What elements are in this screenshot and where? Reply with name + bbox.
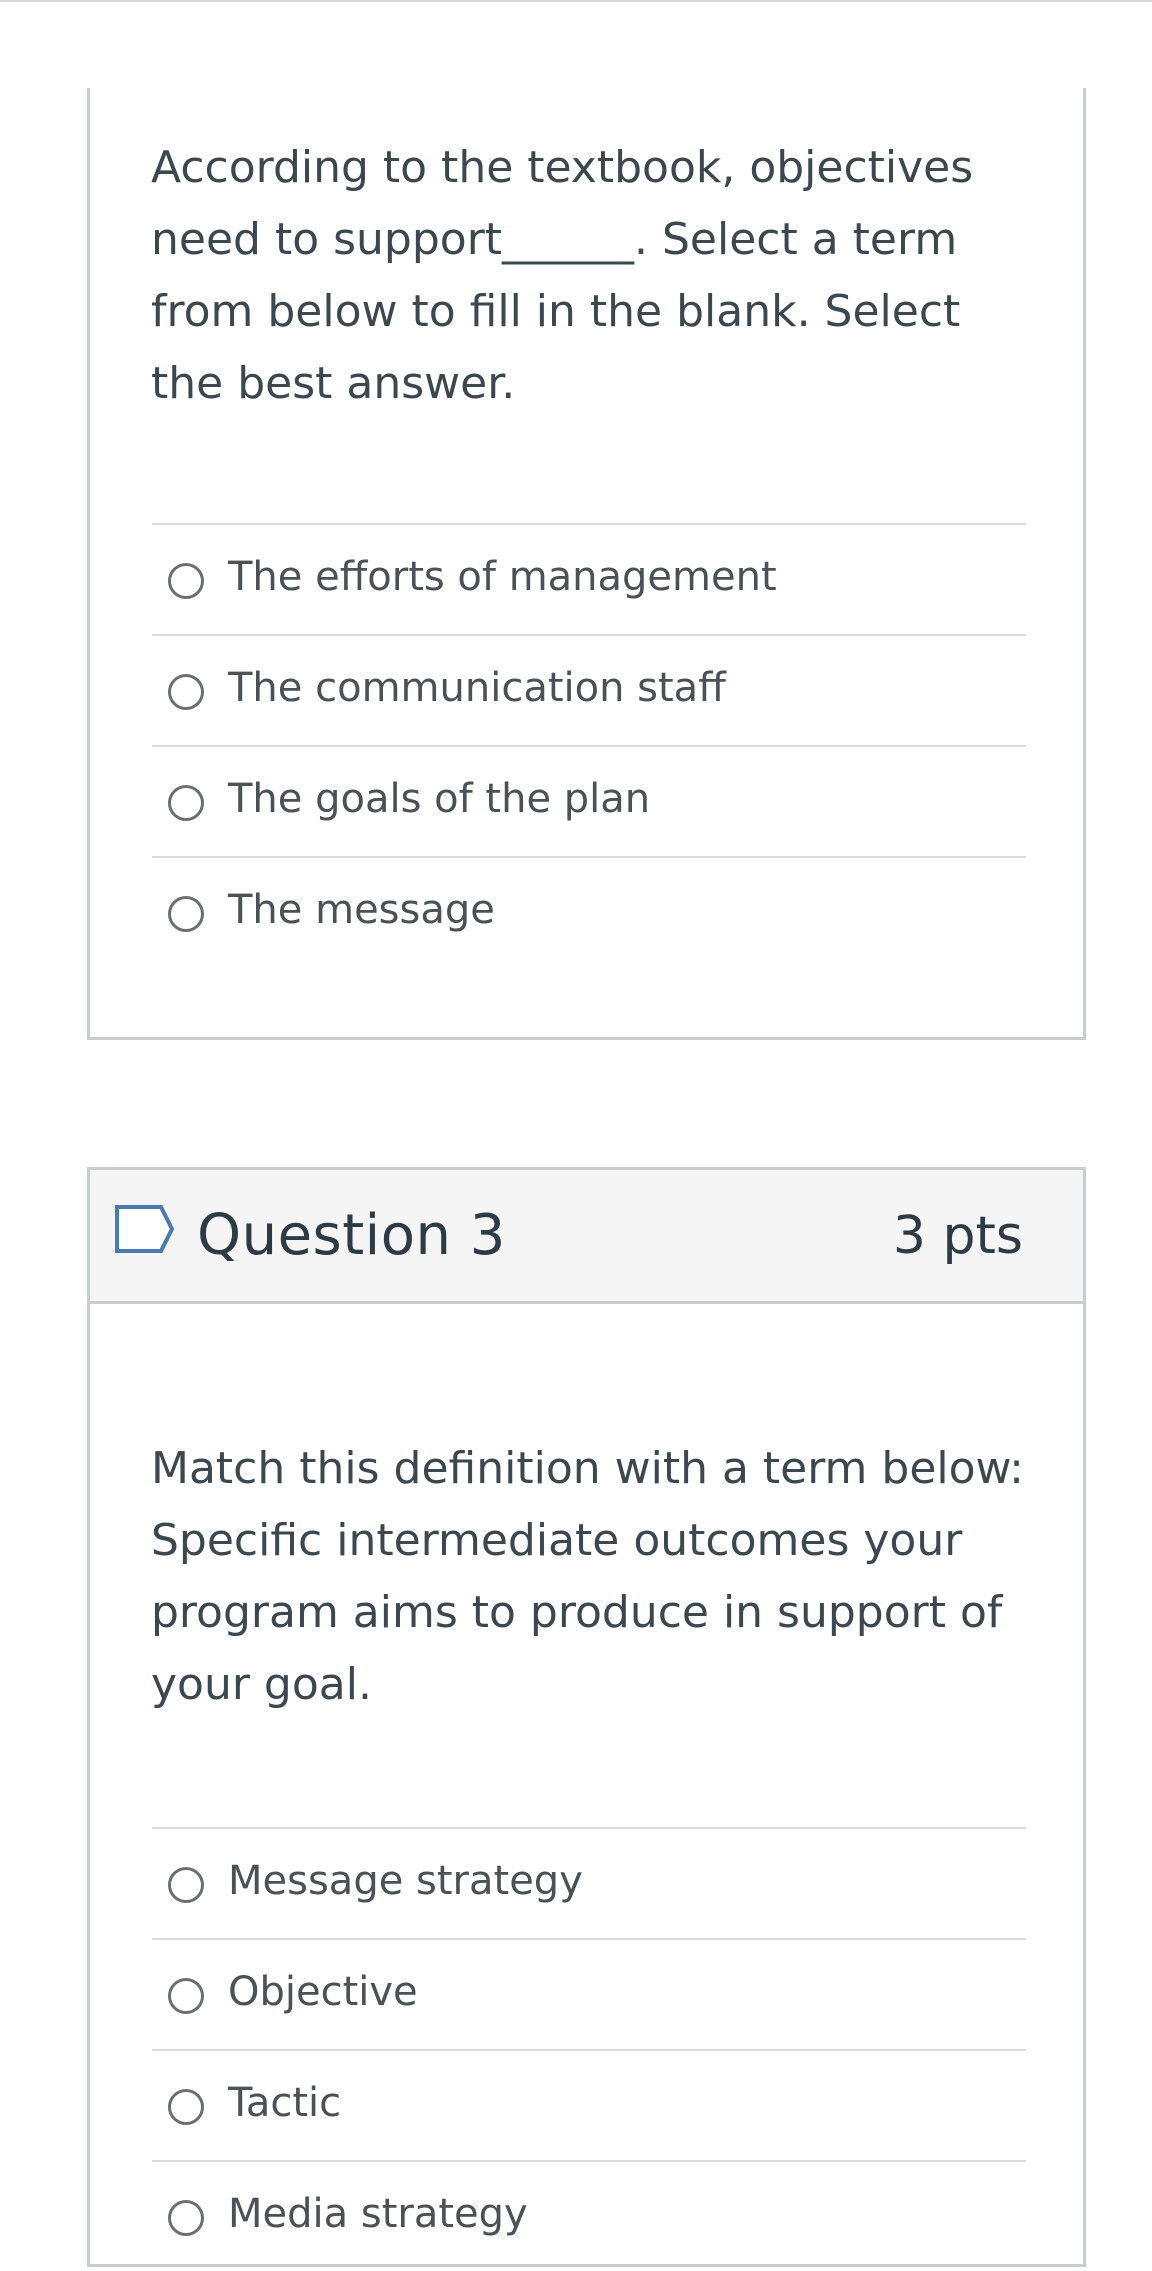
radio-button[interactable] <box>168 563 204 599</box>
answer-option[interactable]: The message <box>152 856 1026 967</box>
answer-option[interactable]: Tactic <box>152 2049 1026 2160</box>
answer-label[interactable]: The message <box>228 882 495 938</box>
radio-button[interactable] <box>168 785 204 821</box>
answer-option[interactable]: The communication staff <box>152 634 1026 745</box>
radio-button[interactable] <box>168 896 204 932</box>
answer-label[interactable]: The communication staff <box>228 660 726 716</box>
question-3-card: Question 3 3 pts Match this definition w… <box>87 1167 1086 2267</box>
answer-label[interactable]: The goals of the plan <box>228 771 650 827</box>
answer-label[interactable]: Message strategy <box>228 1853 583 1909</box>
answer-label[interactable]: Tactic <box>228 2075 341 2131</box>
radio-button[interactable] <box>168 2200 204 2236</box>
answer-option[interactable]: Objective <box>152 1938 1026 2049</box>
question-2-text: According to the textbook, objectives ne… <box>151 142 974 409</box>
answer-label[interactable]: The efforts of management <box>228 549 777 605</box>
answer-option[interactable]: Media strategy <box>152 2160 1026 2271</box>
answer-label[interactable]: Media strategy <box>228 2186 528 2242</box>
flag-outline-icon[interactable] <box>114 1204 176 1254</box>
page-top-divider <box>0 0 1152 2</box>
question-title: Question 3 <box>197 1203 506 1268</box>
radio-button[interactable] <box>168 1978 204 2014</box>
radio-button[interactable] <box>168 674 204 710</box>
question-3-header: Question 3 3 pts <box>90 1170 1083 1304</box>
answer-option[interactable]: The goals of the plan <box>152 745 1026 856</box>
radio-button[interactable] <box>168 2089 204 2125</box>
answer-option[interactable]: The efforts of management <box>152 523 1026 634</box>
question-3-text: Match this definition with a term below:… <box>151 1443 1024 1710</box>
answer-label[interactable]: Objective <box>228 1964 418 2020</box>
question-3-answers: Message strategy Objective Tactic Media … <box>152 1827 1026 2271</box>
radio-button[interactable] <box>168 1867 204 1903</box>
question-points: 3 pts <box>892 1206 1023 1266</box>
question-2-card: According to the textbook, objectives ne… <box>87 88 1086 1040</box>
answer-option[interactable]: Message strategy <box>152 1827 1026 1938</box>
question-2-answers: The efforts of management The communicat… <box>152 523 1026 967</box>
